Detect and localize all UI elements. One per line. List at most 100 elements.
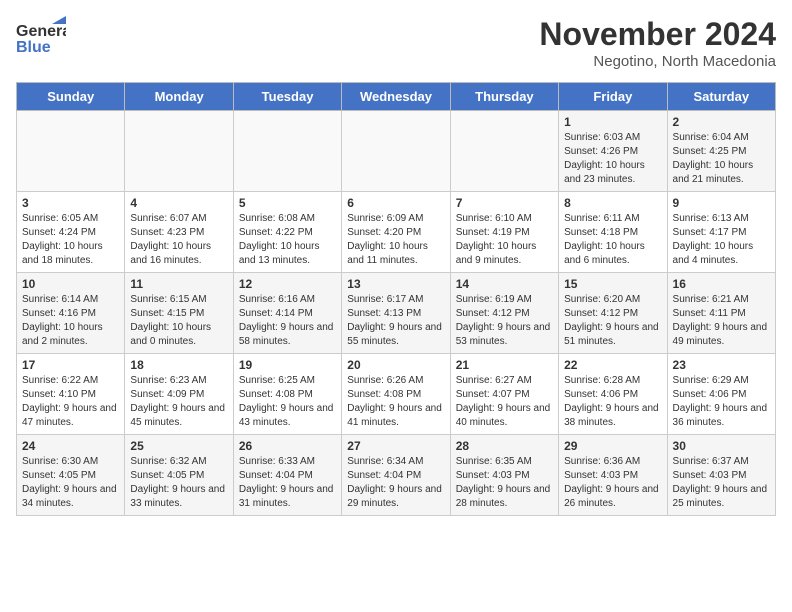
week-row-3: 10 Sunrise: 6:14 AM Sunset: 4:16 PM Dayli… [17,273,776,354]
calendar-cell: 28Sunrise: 6:35 AM Sunset: 4:03 PM Dayli… [450,435,558,516]
day-info: Sunrise: 6:14 AM Sunset: 4:16 PM Dayligh… [22,293,119,349]
day-info: Sunrise: 6:30 AM Sunset: 4:05 PM Dayligh… [22,455,119,511]
weekday-header-thursday: Thursday [450,83,558,111]
day-number: 30 [673,439,770,453]
day-info: Sunrise: 6:34 AM Sunset: 4:04 PM Dayligh… [347,455,444,511]
calendar-table: SundayMondayTuesdayWednesdayThursdayFrid… [16,82,776,516]
svg-text:General: General [16,23,66,40]
header: General Blue November 2024 Negotino, Nor… [16,16,776,70]
day-number: 3 [22,196,119,210]
day-number: 2 [673,115,770,129]
day-info: Sunrise: 6:10 AM Sunset: 4:19 PM Dayligh… [456,212,553,268]
calendar-cell: 22 Sunrise: 6:28 AM Sunset: 4:06 PM Dayli… [559,354,667,435]
day-number: 26 [239,439,336,453]
calendar-cell: 13 Sunrise: 6:17 AM Sunset: 4:13 PM Dayli… [342,273,450,354]
calendar-cell: 16 Sunrise: 6:21 AM Sunset: 4:11 PM Dayli… [667,273,775,354]
calendar-cell: 5 Sunrise: 6:08 AM Sunset: 4:22 PM Daylig… [233,192,341,273]
calendar-cell: 3 Sunrise: 6:05 AM Sunset: 4:24 PM Daylig… [17,192,125,273]
day-info: Sunrise: 6:32 AM Sunset: 4:05 PM Dayligh… [130,455,227,511]
weekday-header-monday: Monday [125,83,233,111]
day-info: Sunrise: 6:16 AM Sunset: 4:14 PM Dayligh… [239,293,336,349]
day-number: 13 [347,277,444,291]
day-number: 6 [347,196,444,210]
day-number: 27 [347,439,444,453]
day-info: Sunrise: 6:08 AM Sunset: 4:22 PM Dayligh… [239,212,336,268]
day-info: Sunrise: 6:28 AM Sunset: 4:06 PM Dayligh… [564,374,661,430]
calendar-cell: 23Sunrise: 6:29 AM Sunset: 4:06 PM Dayli… [667,354,775,435]
weekday-header-saturday: Saturday [667,83,775,111]
calendar-cell: 19 Sunrise: 6:25 AM Sunset: 4:08 PM Dayli… [233,354,341,435]
day-number: 19 [239,358,336,372]
calendar-cell: 21 Sunrise: 6:27 AM Sunset: 4:07 PM Dayli… [450,354,558,435]
location-subtitle: Negotino, North Macedonia [539,53,776,70]
day-info: Sunrise: 6:07 AM Sunset: 4:23 PM Dayligh… [130,212,227,268]
weekday-header-sunday: Sunday [17,83,125,111]
calendar-cell: 30 Sunrise: 6:37 AM Sunset: 4:03 PM Dayli… [667,435,775,516]
week-row-2: 3 Sunrise: 6:05 AM Sunset: 4:24 PM Daylig… [17,192,776,273]
day-info: Sunrise: 6:11 AM Sunset: 4:18 PM Dayligh… [564,212,661,268]
week-row-4: 17 Sunrise: 6:22 AM Sunset: 4:10 PM Dayli… [17,354,776,435]
calendar-cell: 4 Sunrise: 6:07 AM Sunset: 4:23 PM Daylig… [125,192,233,273]
calendar-cell: 29Sunrise: 6:36 AM Sunset: 4:03 PM Dayli… [559,435,667,516]
day-number: 22 [564,358,661,372]
day-number: 18 [130,358,227,372]
day-number: 10 [22,277,119,291]
day-info: Sunrise: 6:33 AM Sunset: 4:04 PM Dayligh… [239,455,336,511]
logo-icon: General Blue [16,16,66,61]
calendar-cell [342,111,450,192]
calendar-cell: 20 Sunrise: 6:26 AM Sunset: 4:08 PM Dayli… [342,354,450,435]
day-info: Sunrise: 6:19 AM Sunset: 4:12 PM Dayligh… [456,293,553,349]
weekday-header-wednesday: Wednesday [342,83,450,111]
day-info: Sunrise: 6:17 AM Sunset: 4:13 PM Dayligh… [347,293,444,349]
day-number: 21 [456,358,553,372]
calendar-cell: 14 Sunrise: 6:19 AM Sunset: 4:12 PM Dayli… [450,273,558,354]
day-info: Sunrise: 6:05 AM Sunset: 4:24 PM Dayligh… [22,212,119,268]
day-info: Sunrise: 6:26 AM Sunset: 4:08 PM Dayligh… [347,374,444,430]
calendar-cell: 2Sunrise: 6:04 AM Sunset: 4:25 PM Daylig… [667,111,775,192]
day-info: Sunrise: 6:27 AM Sunset: 4:07 PM Dayligh… [456,374,553,430]
calendar-cell: 9 Sunrise: 6:13 AM Sunset: 4:17 PM Daylig… [667,192,775,273]
day-number: 4 [130,196,227,210]
day-info: Sunrise: 6:25 AM Sunset: 4:08 PM Dayligh… [239,374,336,430]
day-number: 25 [130,439,227,453]
title-area: November 2024 Negotino, North Macedonia [539,16,776,70]
calendar-cell: 25 Sunrise: 6:32 AM Sunset: 4:05 PM Dayli… [125,435,233,516]
month-title: November 2024 [539,16,776,53]
day-info: Sunrise: 6:21 AM Sunset: 4:11 PM Dayligh… [673,293,770,349]
calendar-cell: 12Sunrise: 6:16 AM Sunset: 4:14 PM Dayli… [233,273,341,354]
day-info: Sunrise: 6:15 AM Sunset: 4:15 PM Dayligh… [130,293,227,349]
calendar-cell [450,111,558,192]
day-number: 17 [22,358,119,372]
day-info: Sunrise: 6:13 AM Sunset: 4:17 PM Dayligh… [673,212,770,268]
day-info: Sunrise: 6:36 AM Sunset: 4:03 PM Dayligh… [564,455,661,511]
day-number: 5 [239,196,336,210]
calendar-cell: 1Sunrise: 6:03 AM Sunset: 4:26 PM Daylig… [559,111,667,192]
day-number: 15 [564,277,661,291]
day-number: 11 [130,277,227,291]
day-number: 8 [564,196,661,210]
day-number: 28 [456,439,553,453]
week-row-1: 1Sunrise: 6:03 AM Sunset: 4:26 PM Daylig… [17,111,776,192]
weekday-header-friday: Friday [559,83,667,111]
day-info: Sunrise: 6:22 AM Sunset: 4:10 PM Dayligh… [22,374,119,430]
day-info: Sunrise: 6:23 AM Sunset: 4:09 PM Dayligh… [130,374,227,430]
day-number: 23 [673,358,770,372]
logo: General Blue [16,16,66,61]
day-number: 9 [673,196,770,210]
calendar-cell: 24Sunrise: 6:30 AM Sunset: 4:05 PM Dayli… [17,435,125,516]
day-info: Sunrise: 6:20 AM Sunset: 4:12 PM Dayligh… [564,293,661,349]
calendar-cell: 8 Sunrise: 6:11 AM Sunset: 4:18 PM Daylig… [559,192,667,273]
calendar-cell: 6 Sunrise: 6:09 AM Sunset: 4:20 PM Daylig… [342,192,450,273]
calendar-cell: 11 Sunrise: 6:15 AM Sunset: 4:15 PM Dayli… [125,273,233,354]
day-number: 14 [456,277,553,291]
calendar-cell: 18 Sunrise: 6:23 AM Sunset: 4:09 PM Dayli… [125,354,233,435]
day-info: Sunrise: 6:09 AM Sunset: 4:20 PM Dayligh… [347,212,444,268]
day-info: Sunrise: 6:37 AM Sunset: 4:03 PM Dayligh… [673,455,770,511]
calendar-cell: 26 Sunrise: 6:33 AM Sunset: 4:04 PM Dayli… [233,435,341,516]
day-number: 16 [673,277,770,291]
day-number: 20 [347,358,444,372]
calendar-cell [17,111,125,192]
calendar-cell [125,111,233,192]
week-row-5: 24Sunrise: 6:30 AM Sunset: 4:05 PM Dayli… [17,435,776,516]
day-number: 7 [456,196,553,210]
